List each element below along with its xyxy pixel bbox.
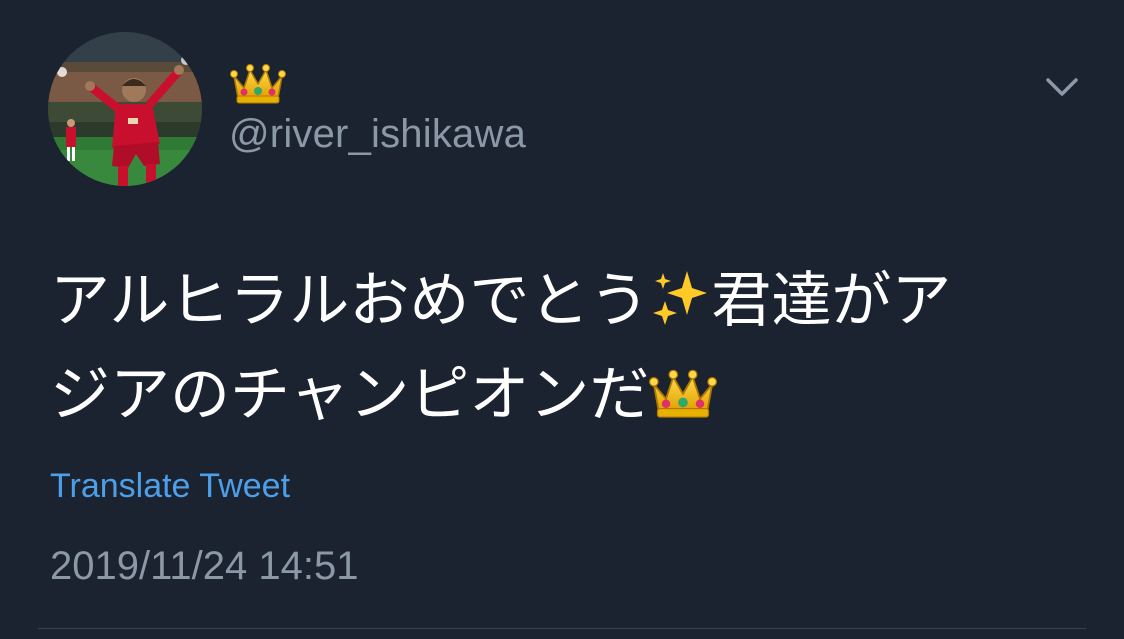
display-name[interactable] [230, 62, 286, 106]
tweet-timestamp[interactable]: 2019/11/24 14:51 [50, 542, 358, 590]
tweet-text-segment: アルヒラルおめでとう [50, 266, 650, 336]
tweet-text-segment: 君達がア [711, 266, 952, 336]
tweet-card: @river_ishikawa アルヒラルおめでとう 君達がア ジアのチャンピオ… [0, 0, 1124, 639]
tweet-text-segment: ジアのチャンピオンだ [50, 360, 650, 430]
tweet-menu-button[interactable] [1040, 70, 1084, 106]
translate-tweet-link[interactable]: Translate Tweet [50, 466, 290, 506]
sparkles-icon [649, 266, 711, 352]
tweet-text: アルヒラルおめでとう 君達がア ジアのチャンピオンだ [50, 258, 1060, 446]
chevron-down-icon [1046, 78, 1078, 96]
user-avatar[interactable] [48, 32, 202, 186]
crown-icon [230, 64, 286, 104]
tweet-text-line-2: ジアのチャンピオンだ [50, 352, 1060, 446]
tweet-text-line-1: アルヒラルおめでとう 君達がア [50, 258, 1060, 352]
avatar-image [48, 32, 202, 186]
divider [38, 628, 1086, 629]
user-handle[interactable]: @river_ishikawa [229, 110, 526, 158]
crown-icon [649, 360, 718, 446]
